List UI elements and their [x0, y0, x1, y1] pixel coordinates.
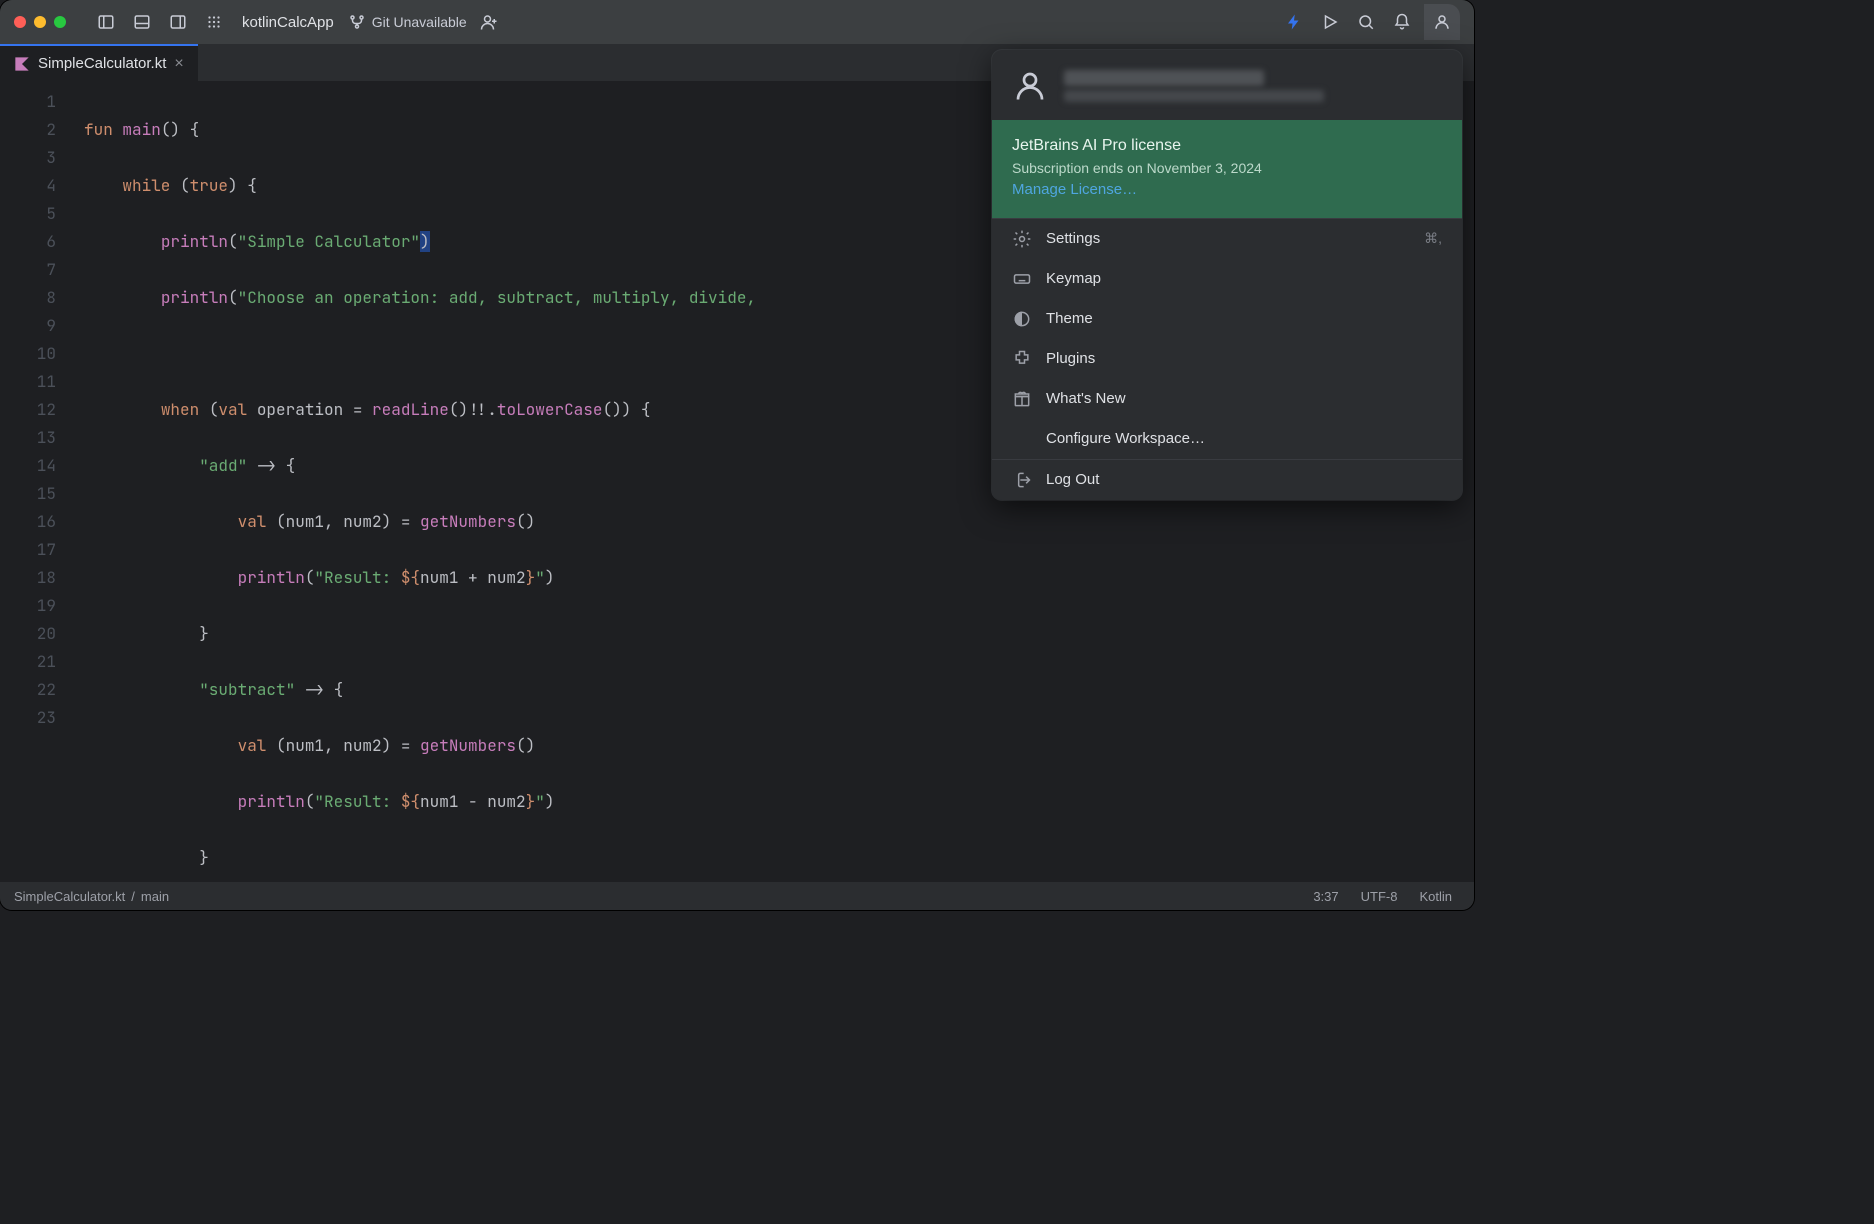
- window-controls: [14, 16, 66, 28]
- status-bar: SimpleCalculator.kt / main 3:37 UTF-8 Ko…: [0, 882, 1474, 910]
- menu-plugins-label: Plugins: [1046, 350, 1095, 367]
- menu-keymap[interactable]: Keymap: [992, 259, 1462, 299]
- close-tab-icon[interactable]: ×: [174, 55, 183, 73]
- settings-shortcut: ⌘,: [1424, 230, 1442, 247]
- menu-settings[interactable]: Settings ⌘,: [992, 219, 1462, 259]
- theme-icon: [1012, 309, 1032, 329]
- line-gutter: 1234567891011121314151617181920212223: [0, 82, 70, 882]
- kotlin-file-icon: [14, 56, 30, 72]
- minimize-window-button[interactable]: [34, 16, 46, 28]
- tab-label: SimpleCalculator.kt: [38, 55, 166, 72]
- license-block: JetBrains AI Pro license Subscription en…: [992, 120, 1462, 218]
- file-encoding[interactable]: UTF-8: [1353, 889, 1406, 904]
- license-title: JetBrains AI Pro license: [1012, 134, 1442, 158]
- keyboard-icon: [1012, 269, 1032, 289]
- license-subtitle: Subscription ends on November 3, 2024: [1012, 158, 1442, 179]
- sidebar-right-icon[interactable]: [164, 8, 192, 36]
- ai-bolt-icon[interactable]: [1280, 8, 1308, 36]
- account-button[interactable]: [1424, 4, 1460, 40]
- add-user-icon[interactable]: [475, 8, 503, 36]
- plugin-icon: [1012, 349, 1032, 369]
- account-name-redacted: [1064, 66, 1442, 106]
- menu-theme[interactable]: Theme: [992, 299, 1462, 339]
- sidebar-bottom-icon[interactable]: [128, 8, 156, 36]
- popup-header: [992, 50, 1462, 120]
- sidebar-left-icon[interactable]: [92, 8, 120, 36]
- close-window-button[interactable]: [14, 16, 26, 28]
- title-bar: kotlinCalcApp Git Unavailable: [0, 0, 1474, 44]
- git-status-text: Git Unavailable: [372, 14, 467, 30]
- maximize-window-button[interactable]: [54, 16, 66, 28]
- breadcrumb-function[interactable]: main: [141, 889, 169, 904]
- menu-configure-workspace[interactable]: Configure Workspace…: [992, 419, 1462, 459]
- gift-icon: [1012, 389, 1032, 409]
- cursor-position[interactable]: 3:37: [1305, 889, 1346, 904]
- run-icon[interactable]: [1316, 8, 1344, 36]
- project-name[interactable]: kotlinCalcApp: [236, 14, 340, 31]
- notifications-icon[interactable]: [1388, 8, 1416, 36]
- menu-logout[interactable]: Log Out: [992, 460, 1462, 500]
- breadcrumb-sep: /: [131, 889, 135, 904]
- ide-window: kotlinCalcApp Git Unavailable SimpleCa: [0, 0, 1474, 910]
- menu-settings-label: Settings: [1046, 230, 1100, 247]
- menu-configure-label: Configure Workspace…: [1046, 430, 1205, 447]
- blank-icon: [1012, 429, 1032, 449]
- menu-keymap-label: Keymap: [1046, 270, 1101, 287]
- account-popup: JetBrains AI Pro license Subscription en…: [992, 50, 1462, 500]
- breadcrumb-file[interactable]: SimpleCalculator.kt: [14, 889, 125, 904]
- git-branch-icon[interactable]: Git Unavailable: [348, 8, 467, 36]
- menu-whatsnew[interactable]: What's New: [992, 379, 1462, 419]
- file-language[interactable]: Kotlin: [1411, 889, 1460, 904]
- menu-logout-label: Log Out: [1046, 471, 1099, 488]
- avatar-icon: [1012, 68, 1048, 104]
- menu-plugins[interactable]: Plugins: [992, 339, 1462, 379]
- gear-icon: [1012, 229, 1032, 249]
- manage-license-link[interactable]: Manage License…: [1012, 179, 1442, 202]
- apps-grid-icon[interactable]: [200, 8, 228, 36]
- logout-icon: [1012, 470, 1032, 490]
- menu-theme-label: Theme: [1046, 310, 1093, 327]
- tab-simplecalculator[interactable]: SimpleCalculator.kt ×: [0, 44, 198, 81]
- menu-whatsnew-label: What's New: [1046, 390, 1126, 407]
- search-icon[interactable]: [1352, 8, 1380, 36]
